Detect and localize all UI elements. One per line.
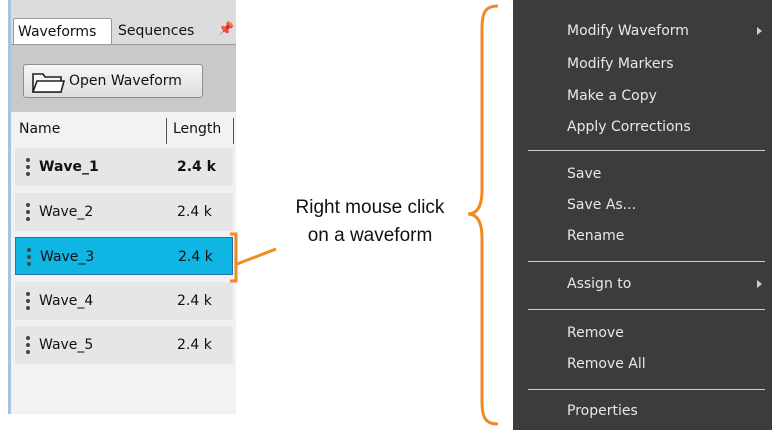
menu-separator [528,261,765,262]
list-header: Name Length [11,118,236,144]
menu-item-properties[interactable]: Properties [513,396,772,426]
menu-item-remove[interactable]: Remove [513,318,772,348]
menu-item-label: Modify Waveform [567,23,689,39]
callout-connector [236,247,277,266]
column-name[interactable]: Name [19,121,60,137]
menu-item-assign-to[interactable]: Assign to [513,269,772,299]
menu-item-label: Properties [567,403,638,419]
menu-item-rename[interactable]: Rename [513,221,772,251]
drag-grip-icon[interactable] [27,248,32,266]
waveform-length: 2.4 k [177,293,212,309]
waveform-name: Wave_5 [39,337,94,353]
menu-item-label: Rename [567,228,625,244]
waveform-name: Wave_4 [39,293,94,309]
tab-waveforms[interactable]: Waveforms [13,18,112,44]
menu-separator [528,309,765,310]
menu-item-make-a-copy[interactable]: Make a Copy [513,81,772,111]
drag-grip-icon[interactable] [26,203,31,221]
menu-item-label: Remove All [567,356,646,372]
waveform-row-wave-3[interactable]: Wave_3 2.4 k [15,237,233,275]
column-divider[interactable] [233,118,234,144]
waveform-length: 2.4 k [178,249,213,265]
menu-item-label: Make a Copy [567,88,657,104]
waveform-length: 2.4 k [177,159,216,175]
menu-item-remove-all[interactable]: Remove All [513,349,772,379]
waveform-name: Wave_2 [39,204,94,220]
waveform-panel: Waveforms Sequences 📌 Open Waveform Name… [8,0,236,414]
menu-separator [528,150,765,151]
menu-item-label: Assign to [567,276,632,292]
curly-brace-icon [467,4,499,426]
callout-line-1: Right mouse click [295,197,445,218]
waveform-row-wave-5[interactable]: Wave_5 2.4 k [15,326,233,364]
menu-item-label: Save As... [567,197,637,213]
drag-grip-icon[interactable] [26,158,31,176]
panel-toolbar: Open Waveform [11,44,236,113]
pin-icon[interactable]: 📌 [218,18,234,44]
waveform-row-wave-1[interactable]: Wave_1 2.4 k [15,148,233,186]
menu-item-label: Apply Corrections [567,119,691,135]
menu-item-label: Remove [567,325,624,341]
menu-separator [528,389,765,390]
menu-item-modify-waveform[interactable]: Modify Waveform [513,16,772,46]
waveform-row-wave-2[interactable]: Wave_2 2.4 k [15,193,233,231]
drag-grip-icon[interactable] [26,336,31,354]
waveform-name: Wave_3 [40,249,95,265]
waveform-list: Name Length Wave_1 2.4 k Wave_2 2.4 k Wa… [11,112,236,414]
menu-item-apply-corrections[interactable]: Apply Corrections [513,112,772,142]
waveform-name: Wave_1 [39,159,99,175]
menu-item-save-as[interactable]: Save As... [513,190,772,220]
context-menu: Modify Waveform Modify Markers Make a Co… [513,0,772,430]
submenu-arrow-icon [757,27,762,35]
tab-sequences[interactable]: Sequences [114,18,206,44]
menu-item-modify-markers[interactable]: Modify Markers [513,49,772,79]
drag-grip-icon[interactable] [26,292,31,310]
callout-text: Right mouse click on a waveform [270,194,470,250]
menu-item-save[interactable]: Save [513,159,772,189]
column-length[interactable]: Length [173,121,221,137]
callout-line-2: on a waveform [307,225,433,246]
menu-item-label: Modify Markers [567,56,674,72]
waveform-row-wave-4[interactable]: Wave_4 2.4 k [15,282,233,320]
waveform-length: 2.4 k [177,337,212,353]
submenu-arrow-icon [757,280,762,288]
open-waveform-button[interactable]: Open Waveform [23,64,203,98]
waveform-length: 2.4 k [177,204,212,220]
column-divider[interactable] [166,118,167,144]
open-waveform-label: Open Waveform [69,73,182,89]
folder-icon [31,73,65,93]
menu-item-label: Save [567,166,602,182]
